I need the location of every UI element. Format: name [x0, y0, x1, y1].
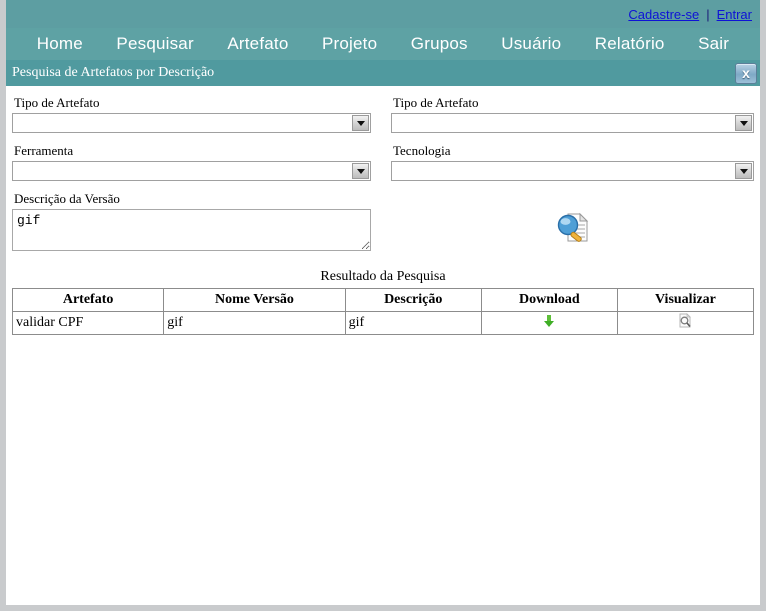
form-column-left-2: Ferramenta	[12, 143, 383, 181]
form-row-2: Ferramenta Tecnologia	[12, 143, 754, 181]
chevron-down-icon[interactable]	[735, 115, 752, 131]
form-column-left-1: Tipo de Artefato	[12, 95, 383, 133]
download-arrow-icon[interactable]	[543, 314, 555, 328]
column-header-nome-versao: Nome Versão	[163, 288, 346, 312]
search-button-area	[391, 193, 754, 263]
search-document-icon[interactable]	[555, 211, 591, 245]
nav-item-relatorio[interactable]: Relatório	[595, 34, 665, 54]
chevron-down-icon[interactable]	[352, 115, 369, 131]
technology-select[interactable]	[391, 161, 754, 181]
nav-item-projeto[interactable]: Projeto	[322, 34, 377, 54]
results-caption: Resultado da Pesquisa	[320, 269, 446, 284]
form-row-1: Tipo de Artefato Tipo de Artefato	[12, 95, 754, 133]
results-table: Artefato Nome Versão Descrição Download …	[11, 288, 755, 335]
close-icon[interactable]: x	[735, 62, 757, 84]
page-root: Cadastre-se | Entrar Home Pesquisar Arte…	[0, 0, 766, 611]
table-header-row: Artefato Nome Versão Descrição Download …	[11, 288, 755, 312]
chevron-down-icon[interactable]	[352, 163, 369, 179]
form-column-right-3	[383, 191, 754, 263]
login-link[interactable]: Entrar	[717, 7, 752, 22]
top-bar: Cadastre-se | Entrar	[6, 0, 760, 28]
tool-label: Ferramenta	[14, 143, 74, 158]
main-navigation: Home Pesquisar Artefato Projeto Grupos U…	[6, 28, 760, 60]
panel-title-bar: Pesquisa de Artefatos por Descrição x	[6, 60, 760, 87]
cell-download	[480, 311, 618, 335]
column-header-visualizar: Visualizar	[616, 288, 755, 312]
nav-item-sair[interactable]: Sair	[698, 34, 729, 54]
nav-item-pesquisar[interactable]: Pesquisar	[116, 34, 193, 54]
version-description-input[interactable]	[12, 209, 371, 251]
artifact-type-right-select[interactable]	[391, 113, 754, 133]
nav-item-grupos[interactable]: Grupos	[411, 34, 468, 54]
version-description-label: Descrição da Versão	[14, 191, 120, 206]
search-form: Tipo de Artefato Tipo de Artefato Ferram…	[6, 87, 760, 335]
technology-label: Tecnologia	[393, 143, 451, 158]
cell-descricao: gif	[344, 311, 482, 335]
nav-item-artefato[interactable]: Artefato	[227, 34, 288, 54]
panel-title-text: Pesquisa de Artefatos por Descrição	[12, 65, 215, 80]
table-row: validar CPF gif gif	[11, 311, 755, 335]
topbar-separator: |	[706, 6, 710, 22]
close-icon-glyph: x	[742, 65, 750, 81]
register-link[interactable]: Cadastre-se	[628, 7, 699, 22]
form-column-left-3: Descrição da Versão	[12, 191, 383, 263]
nav-item-home[interactable]: Home	[37, 34, 83, 54]
artifact-type-label: Tipo de Artefato	[14, 95, 100, 110]
nav-item-usuario[interactable]: Usuário	[501, 34, 561, 54]
cell-nome-versao: gif	[163, 311, 346, 335]
form-row-3: Descrição da Versão	[12, 191, 754, 263]
column-header-download: Download	[480, 288, 618, 312]
column-header-descricao: Descrição	[344, 288, 482, 312]
form-column-right-1: Tipo de Artefato	[383, 95, 754, 133]
cell-artefato: validar CPF	[11, 311, 165, 335]
artifact-type-right-label: Tipo de Artefato	[393, 95, 479, 110]
cell-visualizar	[616, 311, 755, 335]
column-header-artefato: Artefato	[11, 288, 165, 312]
form-column-right-2: Tecnologia	[383, 143, 754, 181]
tool-select[interactable]	[12, 161, 371, 181]
artifact-type-select[interactable]	[12, 113, 371, 133]
chevron-down-icon[interactable]	[735, 163, 752, 179]
magnifier-document-icon[interactable]	[678, 313, 692, 328]
